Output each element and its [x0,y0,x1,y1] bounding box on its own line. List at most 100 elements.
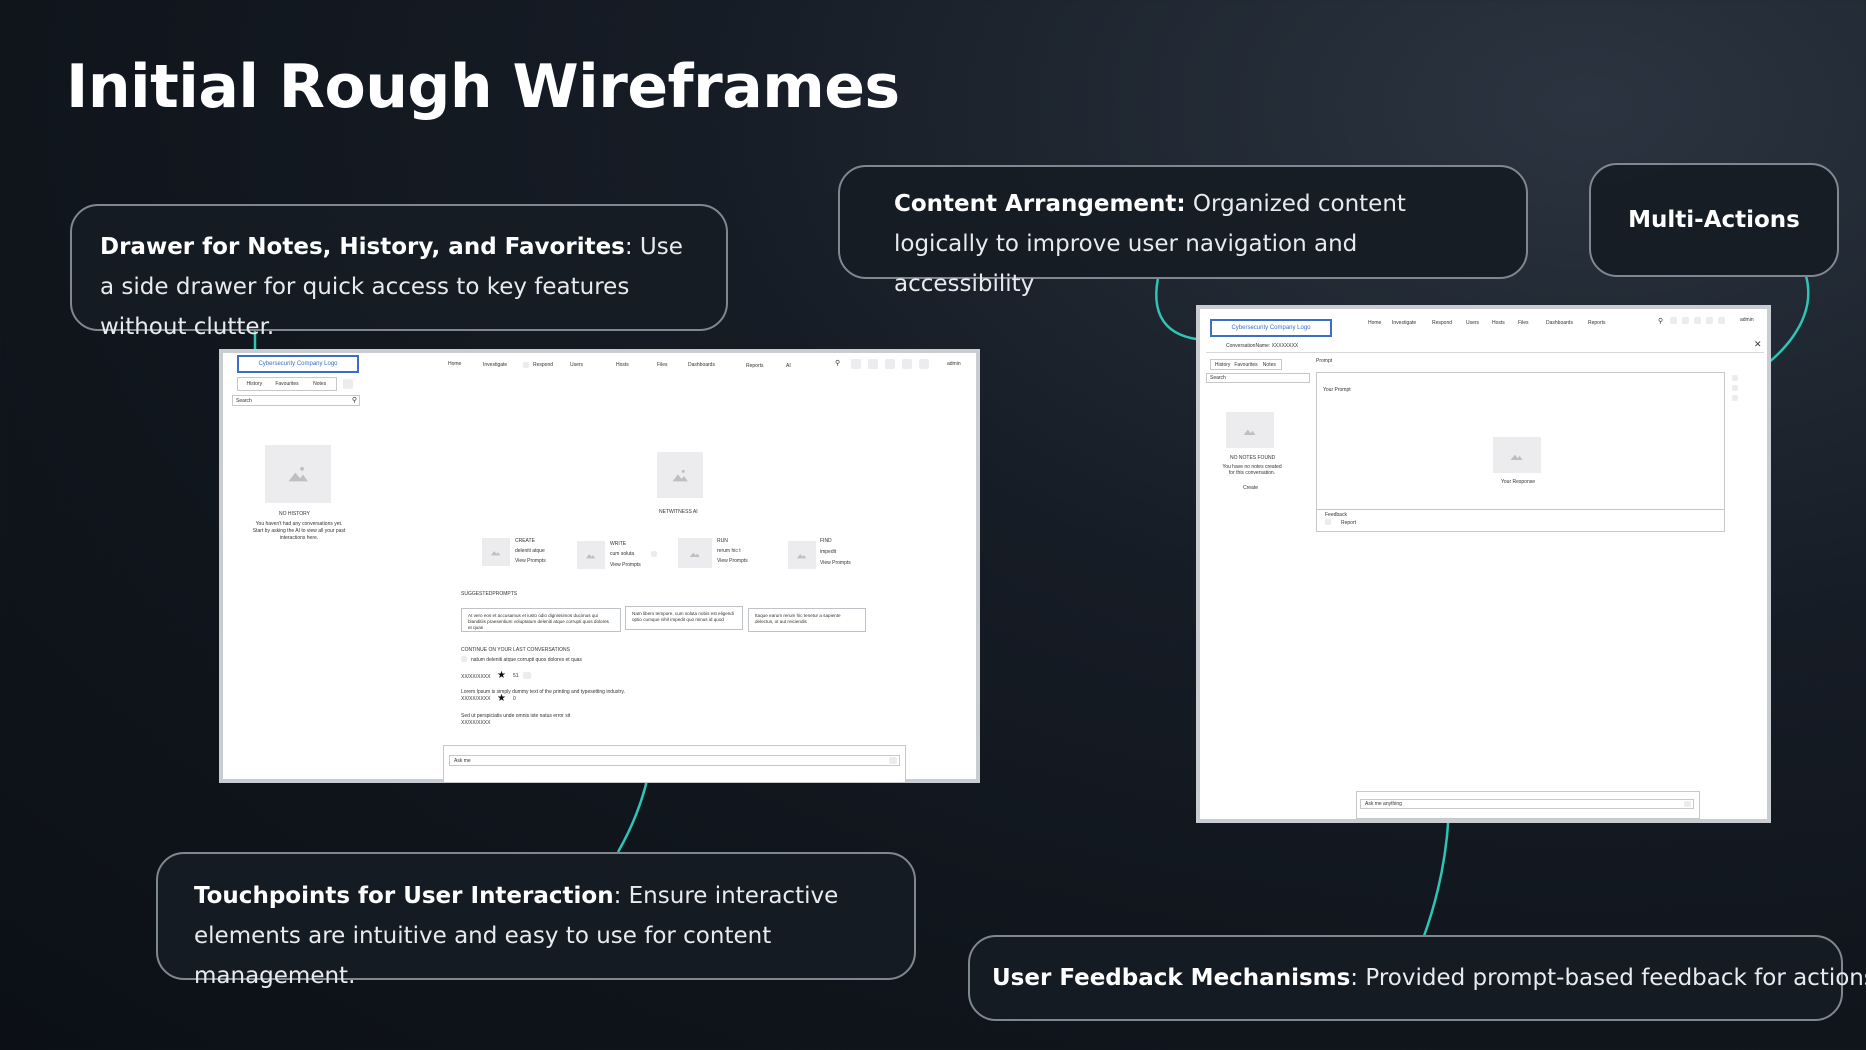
wf2-no-notes-text: You have no notes created for this conve… [1222,464,1282,476]
wf1-search-input[interactable]: Search ⚲ [232,395,360,406]
wf1-conv-checkbox[interactable] [461,656,467,662]
wf2-nav-dashboards[interactable]: Dashboards [1546,320,1573,326]
wf2-nav-respond[interactable]: Respond [1432,320,1452,326]
wf2-nav-users[interactable]: Users [1466,320,1479,326]
callout-content-title: Content Arrangement: [894,191,1186,217]
wf1-drawer-tabs[interactable]: History Favourites Notes [237,377,337,391]
wf1-conv-star-icon-1[interactable]: ★ [497,670,506,681]
wf1-nav-ai[interactable]: AI [786,363,791,369]
wf1-drawer-close-icon[interactable] [343,379,353,389]
wf2-feedback-label: Feedback [1325,512,1347,518]
wf1-header-icon-5[interactable] [919,359,929,369]
callout-drawer-title: Drawer for Notes, History, and Favorites [100,234,625,260]
wf1-conv-star-icon-2[interactable]: ★ [497,693,506,704]
wf1-header-icon-2[interactable] [868,359,878,369]
wf1-tab-notes[interactable]: Notes [303,378,336,390]
wf1-history-image [265,445,331,503]
wf1-feature-write-link[interactable]: View Prompts [610,562,641,568]
wf1-nav-investigate[interactable]: Investigate [483,362,507,368]
wf1-header-icon-1[interactable] [851,359,861,369]
wf1-header-icon-3[interactable] [885,359,895,369]
wf1-send-icon[interactable] [889,757,897,764]
wf2-search-input[interactable]: Search [1206,373,1310,383]
wf1-conv-action-icon[interactable] [523,672,531,679]
wf1-nav-files[interactable]: Files [657,362,668,368]
wf1-feature-find-link[interactable]: View Prompts [820,560,851,566]
callout-multi-actions-title: Multi-Actions [1628,207,1800,233]
callout-content: Content Arrangement: Organized content l… [838,165,1528,297]
wf2-nav-hosts[interactable]: Hosts [1492,320,1505,326]
wf2-nav-files[interactable]: Files [1518,320,1529,326]
wf2-header-icon-1[interactable] [1670,317,1677,324]
wf2-tab-history[interactable]: History [1211,360,1234,369]
wf1-conv-text-3[interactable]: Sed ut perspiciatis unde omnis iste natu… [461,713,570,719]
wf1-feature-run-link[interactable]: View Prompts [717,558,748,564]
callout-touchpoints: Touchpoints for User Interaction: Ensure… [156,852,916,989]
wf1-feature-find-title: FIND [820,538,832,544]
wf2-thumbs-icon[interactable] [1325,519,1331,525]
wf2-conversation-panel: Your Prompt Your Response Feedback Repor… [1316,372,1725,532]
callout-multi-actions: Multi-Actions [1589,163,1839,277]
wf2-header-icon-4[interactable] [1706,317,1713,324]
wf1-nav-hosts[interactable]: Hosts [616,362,629,368]
wf1-conv-snippet[interactable]: natum deleniti atque corrupti quos dolor… [471,657,582,663]
wf1-suggested-card-2[interactable]: Nam libero tempore, cum soluta nobis est… [625,606,743,630]
wf2-ask-input[interactable]: Ask me anything [1360,799,1694,809]
wf1-header-search-icon[interactable]: ⚲ [835,359,840,367]
wf1-tab-favourites[interactable]: Favourites [271,378,304,390]
wf1-search-icon: ⚲ [351,397,357,404]
wf2-user[interactable]: admin [1740,317,1754,323]
wf1-feature-create-title: CREATE [515,538,535,544]
callout-feedback-title: User Feedback Mechanisms [992,965,1351,991]
wf1-tab-history[interactable]: History [238,378,271,390]
wf1-ask-input[interactable]: Ask me [449,755,900,766]
wf2-action-icon-1[interactable] [1732,375,1738,381]
wf2-report-button[interactable]: Report [1341,520,1356,526]
wf2-tab-favourites[interactable]: Favourites [1234,360,1257,369]
wf2-send-icon[interactable] [1684,801,1691,807]
wf2-header-icon-2[interactable] [1682,317,1689,324]
wf1-ask-placeholder: Ask me [454,758,471,764]
wf2-drawer-tabs[interactable]: History Favourites Notes [1210,359,1282,370]
wf1-conv-count-2: 0 [513,696,516,702]
wf2-tab-notes[interactable]: Notes [1258,360,1281,369]
wf1-suggested-card-3[interactable]: Itaque earum rerum hic tenetur a sapient… [748,608,866,632]
wf1-conv-date-1: XX/XX/XXXX [461,674,491,680]
wf1-nav-dashboards[interactable]: Dashboards [688,362,715,368]
wf1-logo: Cybersecurity Company Logo [237,355,359,373]
wf2-ask-placeholder: Ask me anything [1365,801,1402,807]
wf1-no-history-title: NO HISTORY [279,511,310,517]
wf1-suggested-label: SUGGESTEDPROMPTS [461,591,518,597]
wf1-user[interactable]: admin [947,361,961,367]
wf1-nav-reports[interactable]: Reports [746,363,764,369]
wf2-conversation-name: ConversationName: XXXXXXXX [1226,343,1299,349]
wf2-nav-home[interactable]: Home [1368,320,1381,326]
wf1-feature-run-title: RUN [717,538,728,544]
wf1-feature-run-sub: rerum hic t [717,548,741,554]
wf1-header-icon-4[interactable] [902,359,912,369]
wf2-action-icon-2[interactable] [1732,385,1738,391]
wf2-create-link[interactable]: Create [1243,485,1258,491]
wf2-header-icon-5[interactable] [1718,317,1725,324]
wf2-nav-reports[interactable]: Reports [1588,320,1606,326]
wf1-nav-respond[interactable]: Respond [533,362,553,368]
wf2-response-image [1493,437,1541,473]
wf1-conv-text-2[interactable]: Lorem Ipsum is simply dummy text of the … [461,689,625,695]
wf1-suggested-card-1[interactable]: At vero eos et accusamus et iusto odio d… [461,608,621,632]
wf1-feature-write-sub: cum soluta [610,551,635,557]
wf2-prompt-label: Prompt [1316,358,1333,364]
wf2-header-icon-3[interactable] [1694,317,1701,324]
wf2-header-search-icon[interactable]: ⚲ [1658,317,1663,325]
wf1-feature-create-sub: deleniti atque [515,548,545,554]
wf2-action-icon-3[interactable] [1732,395,1738,401]
wf1-feature-write-image [577,541,605,569]
wf2-nav-investigate[interactable]: Investigate [1392,320,1416,326]
wf2-no-notes-title: NO NOTES FOUND [1230,455,1276,461]
wf1-feature-create-link[interactable]: View Prompts [515,558,546,564]
wf1-conv-date-2: XX/XX/XXXX [461,696,491,702]
wf1-nav-users[interactable]: Users [570,362,583,368]
wf2-notes-image [1226,412,1274,448]
wf1-nav-home[interactable]: Home [448,361,461,367]
wf2-close-icon[interactable]: ✕ [1754,339,1762,350]
wf2-feedback-bar: Feedback Report [1317,509,1724,531]
